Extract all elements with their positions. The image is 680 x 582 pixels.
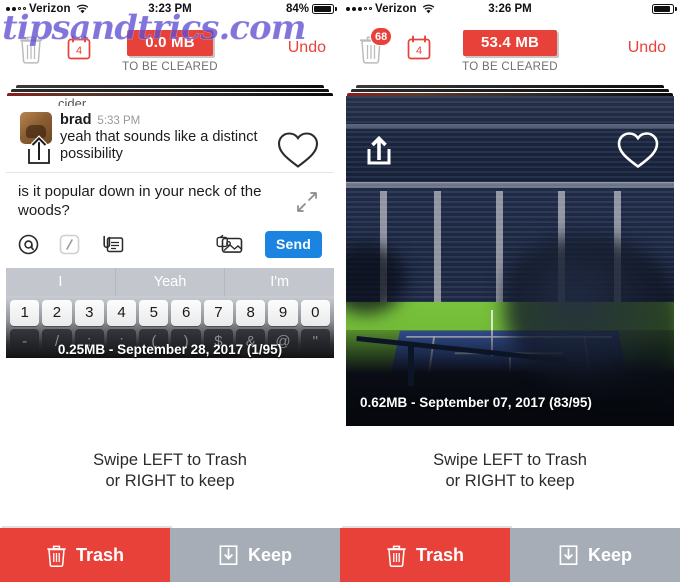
swipe-hint-left: Swipe LEFT to Trash or RIGHT to keep bbox=[0, 426, 340, 492]
heart-icon[interactable] bbox=[616, 130, 660, 170]
status-bar-battery-group: 84% bbox=[285, 2, 337, 15]
expand-icon[interactable] bbox=[296, 191, 318, 213]
trash-icon bbox=[386, 544, 407, 567]
keyboard-suggestion-bar: I Yeah I'm bbox=[6, 267, 334, 296]
app-screenshot: Verizon 3:23 PM 84% 4 0.0 MB TO BE CLEAR… bbox=[0, 0, 680, 582]
swipe-hint-line1: Swipe LEFT to Trash bbox=[93, 451, 247, 469]
size-badge: 0.0 MB bbox=[127, 30, 213, 56]
chat-message-header: brad 5:33 PM bbox=[60, 112, 290, 128]
swipe-card-left[interactable]: cider. brad 5:33 PM yeah that sounds lik… bbox=[6, 96, 334, 426]
stack-edge-back bbox=[356, 85, 664, 88]
photo-icon[interactable] bbox=[215, 233, 245, 255]
card-caption: 0.25MB - September 28, 2017 (1/95) bbox=[57, 341, 283, 357]
mention-icon[interactable] bbox=[18, 234, 39, 255]
stack-edge-mid bbox=[351, 89, 669, 92]
trash-button-label: Trash bbox=[415, 544, 465, 565]
stack-edge-mid bbox=[11, 89, 329, 92]
stack-edge-back bbox=[16, 85, 324, 88]
tennis-stadium-photo: 0.62MB - September 07, 2017 (83/95) bbox=[346, 96, 674, 426]
composer-toolbar: Send bbox=[6, 224, 334, 268]
toolbar-right: 68 4 53.4 MB TO BE CLEARED Undo bbox=[340, 17, 680, 85]
message-composer[interactable]: is it popular down in your neck of the w… bbox=[6, 173, 334, 224]
battery-icon bbox=[312, 3, 337, 14]
heart-icon[interactable] bbox=[276, 130, 320, 170]
attachment-icon[interactable] bbox=[100, 234, 124, 255]
swipe-hint-line2: or RIGHT to keep bbox=[105, 472, 235, 491]
keep-button[interactable]: Keep bbox=[170, 528, 340, 582]
keep-button-label: Keep bbox=[587, 544, 632, 565]
keep-button[interactable]: Keep bbox=[510, 528, 680, 582]
trash-button[interactable]: Trash bbox=[0, 528, 170, 582]
action-bar-right: Trash Keep bbox=[340, 528, 680, 582]
toolbar-left: 4 0.0 MB TO BE CLEARED Undo bbox=[0, 17, 340, 85]
status-bar-clock: 3:26 PM bbox=[488, 2, 532, 15]
composer-input-text[interactable]: is it popular down in your neck of the w… bbox=[18, 183, 268, 220]
swipe-hint-line2: or RIGHT to keep bbox=[445, 472, 575, 491]
trash-icon bbox=[46, 544, 67, 567]
share-icon[interactable] bbox=[362, 134, 396, 168]
share-icon[interactable] bbox=[22, 134, 56, 168]
download-box-icon bbox=[218, 544, 239, 567]
chat-message-user: brad bbox=[60, 112, 92, 128]
chat-message-time: 5:33 PM bbox=[97, 115, 141, 127]
card-stack-right: 0.62MB - September 07, 2017 (83/95) bbox=[346, 85, 674, 426]
battery-percent-label: 84% bbox=[285, 2, 309, 15]
key[interactable]: 7 bbox=[203, 299, 234, 326]
card-stack-left: cider. brad 5:33 PM yeah that sounds lik… bbox=[6, 85, 334, 426]
key[interactable]: 9 bbox=[268, 299, 298, 326]
keyboard-number-row: 1 2 3 4 5 6 7 8 9 0 bbox=[8, 299, 332, 329]
key[interactable]: 2 bbox=[42, 299, 72, 326]
keep-button-label: Keep bbox=[247, 544, 292, 565]
size-sublabel: TO BE CLEARED bbox=[122, 61, 218, 73]
panel-right: Verizon 3:26 PM 68 4 53.4 MB TO BE CLEAR… bbox=[340, 0, 680, 582]
status-bar-right: Verizon 3:26 PM bbox=[340, 0, 680, 17]
suggestion-chip[interactable]: Yeah bbox=[116, 267, 226, 296]
swipe-card-right[interactable]: 0.62MB - September 07, 2017 (83/95) bbox=[346, 96, 674, 426]
battery-icon bbox=[652, 3, 677, 14]
suggestion-chip[interactable]: I bbox=[6, 267, 116, 296]
slash-command-icon[interactable] bbox=[59, 234, 80, 255]
swipe-hint-right: Swipe LEFT to Trash or RIGHT to keep bbox=[340, 426, 680, 492]
chat-message-body: brad 5:33 PM yeah that sounds like a dis… bbox=[60, 112, 290, 163]
card-caption: 0.62MB - September 07, 2017 (83/95) bbox=[360, 395, 592, 410]
download-box-icon bbox=[558, 544, 579, 567]
panel-left: Verizon 3:23 PM 84% 4 0.0 MB TO BE CLEAR… bbox=[0, 0, 340, 582]
truncated-message-line: cider. bbox=[58, 96, 90, 106]
undo-button[interactable]: Undo bbox=[288, 39, 326, 57]
action-bar-left: Trash Keep bbox=[0, 528, 340, 582]
key[interactable]: 8 bbox=[236, 299, 266, 326]
key[interactable]: 4 bbox=[106, 299, 137, 326]
key[interactable]: 0 bbox=[300, 299, 330, 326]
key[interactable]: 6 bbox=[171, 299, 201, 326]
key[interactable]: 5 bbox=[139, 299, 169, 326]
status-bar-left: Verizon 3:23 PM 84% bbox=[0, 0, 340, 17]
chat-content: cider. brad 5:33 PM yeah that sounds lik… bbox=[6, 96, 334, 268]
chat-message-text: yeah that sounds like a distinct possibi… bbox=[60, 129, 258, 163]
key[interactable]: 3 bbox=[74, 299, 104, 326]
trash-button-label: Trash bbox=[75, 544, 125, 565]
trash-button[interactable]: Trash bbox=[340, 528, 510, 582]
send-button[interactable]: Send bbox=[264, 230, 322, 258]
ios-keyboard: I Yeah I'm 1 2 3 4 5 6 7 8 9 0 - /: ; (… bbox=[6, 267, 334, 358]
key[interactable]: 1 bbox=[10, 299, 40, 326]
size-badge: 53.4 MB bbox=[462, 30, 558, 56]
undo-button[interactable]: Undo bbox=[628, 39, 666, 57]
status-bar-battery-group bbox=[652, 3, 677, 14]
size-sublabel: TO BE CLEARED bbox=[462, 61, 558, 73]
suggestion-chip[interactable]: I'm bbox=[225, 268, 334, 296]
swipe-hint-line1: Swipe LEFT to Trash bbox=[433, 451, 587, 469]
